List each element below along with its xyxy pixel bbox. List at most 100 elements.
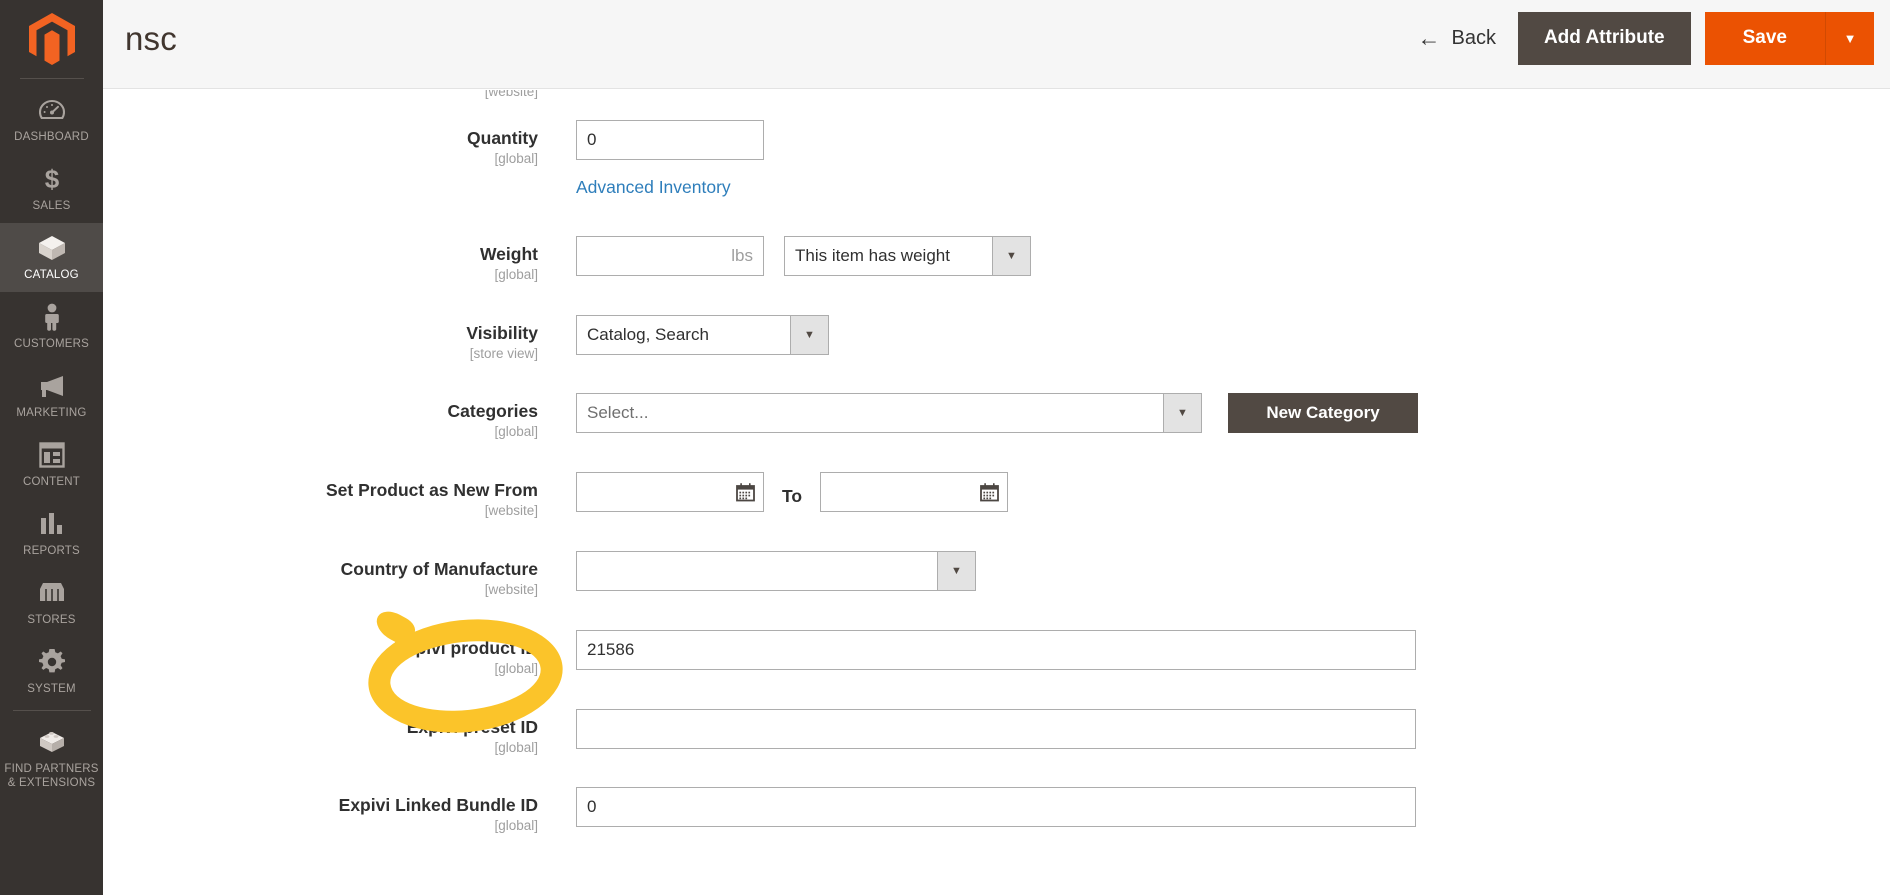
field-row-quantity: Quantity [global] Advanced Inventory: [103, 120, 764, 198]
field-scope: [website]: [484, 503, 538, 518]
sidebar-item-content[interactable]: CONTENT: [0, 430, 103, 499]
field-label: Country of Manufacture: [340, 559, 538, 579]
sidebar-item-label: CUSTOMERS: [13, 338, 90, 350]
admin-sidebar: DASHBOARD $ SALES CATALOG CUSTOMERS MARK…: [0, 0, 103, 895]
sidebar-item-label: MARKETING: [16, 407, 87, 419]
layout-icon: [35, 440, 69, 470]
sidebar-item-sales[interactable]: $ SALES: [0, 154, 103, 223]
sidebar-item-customers[interactable]: CUSTOMERS: [0, 292, 103, 361]
sidebar-item-label: REPORTS: [23, 545, 80, 557]
field-scope: [global]: [494, 740, 538, 755]
page-header: nsc ← Back Add Attribute Save ▼: [103, 0, 1890, 89]
sidebar-item-dashboard[interactable]: DASHBOARD: [0, 85, 103, 154]
save-button-group: Save ▼: [1704, 11, 1874, 65]
svg-text:$: $: [44, 165, 59, 193]
magento-logo-icon[interactable]: [0, 0, 103, 78]
field-scope: [website]: [484, 90, 538, 99]
dashboard-icon: [35, 95, 69, 125]
calendar-icon[interactable]: [980, 483, 999, 502]
sidebar-item-label: DASHBOARD: [14, 131, 89, 143]
categories-select-value: Select...: [587, 403, 649, 422]
product-form: [website] Quantity [global] Advanced Inv…: [103, 90, 1890, 895]
back-button-label: Back: [1451, 26, 1496, 49]
new-to-date-wrap: [820, 472, 1009, 512]
calendar-icon[interactable]: [736, 483, 755, 502]
to-label: To: [782, 486, 803, 506]
storefront-icon: [35, 578, 69, 608]
megaphone-icon: [35, 371, 69, 401]
field-label: Expivi Linked Bundle ID: [338, 795, 538, 815]
sidebar-item-reports[interactable]: REPORTS: [0, 499, 103, 568]
blocks-icon: [35, 727, 69, 757]
arrow-left-icon: ←: [1417, 24, 1441, 51]
field-scope: [store view]: [469, 346, 538, 361]
page-title: nsc: [125, 20, 177, 57]
sidebar-item-label: CONTENT: [23, 476, 80, 488]
sidebar-item-marketing[interactable]: MARKETING: [0, 361, 103, 430]
field-row-weight: Weight [global] This item has weight ▼: [103, 236, 1031, 283]
dollar-icon: $: [35, 164, 69, 194]
header-actions: ← Back Add Attribute Save ▼: [1407, 10, 1874, 66]
sidebar-item-find-partners[interactable]: FIND PARTNERS & EXTENSIONS: [0, 717, 103, 800]
field-label: Categories: [447, 401, 538, 421]
person-icon: [35, 302, 69, 332]
sidebar-divider-bottom: [12, 710, 91, 711]
magento-admin-page: DASHBOARD $ SALES CATALOG CUSTOMERS MARK…: [0, 0, 1890, 895]
sidebar-item-catalog[interactable]: CATALOG: [0, 223, 103, 292]
weight-type-select[interactable]: This item has weight ▼: [784, 236, 1031, 276]
weight-input[interactable]: [576, 236, 764, 276]
field-row-country-of-manufacture: Country of Manufacture [website] ▼: [103, 551, 976, 598]
field-scope: [global]: [494, 151, 538, 166]
field-row-partial-top: [website]: [103, 90, 764, 100]
field-scope: [global]: [494, 267, 538, 282]
field-scope: [global]: [494, 818, 538, 833]
chevron-down-icon: ▼: [1843, 30, 1857, 46]
field-label: Visibility: [466, 323, 538, 343]
field-scope: [global]: [494, 661, 538, 676]
expivi-linked-bundle-id-input[interactable]: [576, 787, 1416, 827]
country-of-manufacture-select[interactable]: ▼: [576, 551, 976, 591]
field-row-expivi-preset-id: Expivi preset ID [global]: [103, 709, 1416, 756]
categories-select[interactable]: Select... ▼: [576, 393, 1202, 433]
field-row-expivi-product-id: Expivi product ID [global]: [103, 630, 1416, 677]
country-of-manufacture-select-value: [577, 552, 937, 590]
sidebar-item-label: FIND PARTNERS & EXTENSIONS: [4, 763, 99, 789]
field-row-visibility: Visibility [store view] Catalog, Search …: [103, 315, 829, 362]
field-row-categories: Categories [global] Select... ▼ New Cate…: [103, 393, 1418, 440]
field-row-set-product-new: Set Product as New From [website] To: [103, 472, 1009, 519]
new-category-button[interactable]: New Category: [1228, 393, 1418, 433]
sidebar-item-stores[interactable]: STORES: [0, 568, 103, 637]
sidebar-divider-top: [19, 78, 84, 79]
visibility-select[interactable]: Catalog, Search ▼: [576, 315, 829, 355]
weight-type-select-value: This item has weight: [795, 246, 950, 265]
chevron-down-icon[interactable]: ▼: [790, 316, 828, 354]
visibility-select-value: Catalog, Search: [587, 325, 709, 344]
chevron-down-icon[interactable]: ▼: [937, 552, 975, 590]
sidebar-item-system[interactable]: SYSTEM: [0, 637, 103, 706]
add-attribute-button[interactable]: Add Attribute: [1517, 11, 1691, 65]
new-from-date-wrap: [576, 472, 764, 512]
bar-chart-icon: [35, 509, 69, 539]
field-row-expivi-linked-bundle-id: Expivi Linked Bundle ID [global]: [103, 787, 1416, 834]
sidebar-item-label: SYSTEM: [27, 683, 76, 695]
sidebar-item-label: CATALOG: [24, 269, 79, 281]
field-scope: [website]: [484, 582, 538, 597]
field-label: Set Product as New From: [326, 480, 538, 500]
chevron-down-icon[interactable]: ▼: [1163, 394, 1201, 432]
box-icon: [35, 233, 69, 263]
quantity-input[interactable]: [576, 120, 764, 160]
save-button[interactable]: Save: [1704, 11, 1826, 65]
field-label: Quantity: [467, 128, 538, 148]
sidebar-item-label: STORES: [27, 614, 76, 626]
expivi-product-id-input[interactable]: [576, 630, 1416, 670]
expivi-preset-id-input[interactable]: [576, 709, 1416, 749]
field-scope: [global]: [494, 424, 538, 439]
field-label: Weight: [479, 244, 538, 264]
save-dropdown-toggle[interactable]: ▼: [1826, 11, 1874, 65]
advanced-inventory-link[interactable]: Advanced Inventory: [576, 177, 764, 198]
field-label: Expivi preset ID: [406, 717, 538, 737]
chevron-down-icon[interactable]: ▼: [992, 237, 1030, 275]
field-label: Expivi product ID: [394, 638, 538, 658]
gear-icon: [35, 647, 69, 677]
back-button[interactable]: ← Back: [1407, 21, 1517, 56]
